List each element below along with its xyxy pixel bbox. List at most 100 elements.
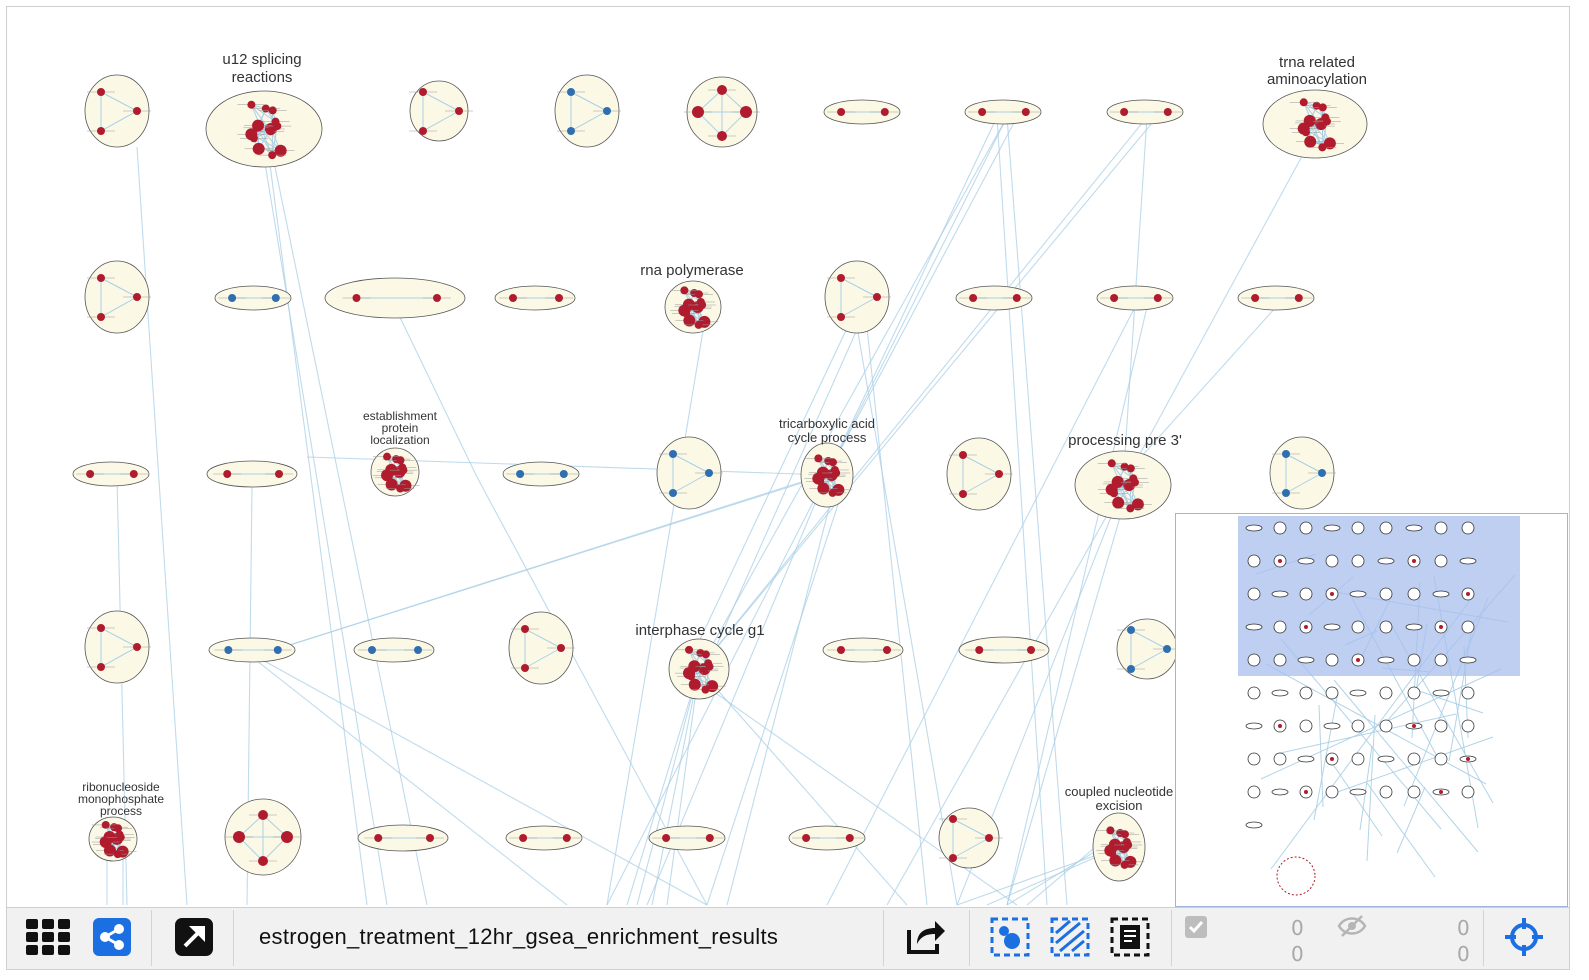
gene-node — [705, 469, 713, 477]
minimap-cluster — [1247, 785, 1261, 799]
gene-node — [133, 107, 141, 115]
gene-node — [223, 470, 232, 478]
gene-node — [682, 298, 695, 311]
minimap-node — [1330, 757, 1334, 761]
minimap-cluster — [1407, 587, 1421, 601]
cluster-label-establishment: localization — [370, 433, 429, 447]
network-edge — [651, 668, 700, 906]
external-link-icon[interactable] — [171, 914, 217, 960]
minimap-node — [1412, 559, 1416, 563]
gene-node — [688, 660, 701, 673]
gene-node — [352, 294, 361, 302]
cluster-group — [822, 637, 904, 663]
gene-node — [705, 662, 714, 671]
gene-node — [669, 489, 677, 497]
gene-node — [832, 468, 841, 477]
cluster-group — [648, 825, 726, 851]
network-edge — [256, 656, 708, 906]
network-edge — [606, 306, 708, 906]
minimap-cluster — [1351, 620, 1365, 634]
cluster-group — [84, 74, 151, 148]
minimap-node — [1330, 592, 1334, 596]
cluster-group — [788, 825, 866, 851]
gene-node — [521, 664, 529, 672]
gene-node — [224, 646, 233, 654]
crosshair-icon[interactable] — [1501, 914, 1547, 960]
gene-node — [268, 106, 277, 115]
gene-node — [949, 815, 957, 823]
gene-node — [717, 85, 727, 95]
cluster-group — [505, 825, 583, 851]
cluster-label-coupled: coupled nucleotide — [1065, 784, 1173, 799]
gene-node — [969, 294, 978, 302]
cluster-label-rnapol: rna polymerase — [640, 262, 743, 279]
cluster-label-trna: aminoacylation — [1267, 71, 1367, 88]
network-view-panel: u12 splicing reactions trna related amin… — [6, 6, 1570, 970]
gene-node — [1107, 459, 1116, 468]
gene-node — [133, 293, 141, 301]
gene-node — [1322, 117, 1331, 126]
minimap-cluster — [1297, 656, 1315, 664]
minimap-cluster — [1432, 689, 1450, 697]
grid-icon[interactable] — [25, 914, 71, 960]
cluster-group — [964, 99, 1042, 125]
gene-node — [97, 624, 105, 632]
select-nodes-icon[interactable] — [987, 914, 1033, 960]
gene-node — [883, 646, 891, 654]
network-edge — [636, 668, 700, 906]
minimap-cluster — [1247, 653, 1261, 667]
gene-node — [816, 466, 829, 479]
gene-node — [880, 108, 889, 116]
gene-node — [1294, 294, 1303, 302]
minimap-cluster — [1297, 557, 1315, 565]
minimap-cluster — [1273, 752, 1287, 766]
gene-node — [1127, 626, 1135, 634]
network-edge — [866, 326, 928, 906]
minimap-cluster — [1407, 752, 1421, 766]
gene-node — [694, 290, 703, 299]
cluster-group — [664, 280, 722, 334]
network-edge — [666, 668, 700, 906]
gene-node — [1111, 475, 1124, 488]
bottom-toolbar: estrogen_treatment_12hr_gsea_enrichment_… — [7, 907, 1569, 969]
gene-node — [694, 320, 703, 329]
minimap-cluster — [1434, 521, 1448, 535]
share-icon[interactable] — [89, 914, 135, 960]
gene-node — [383, 452, 392, 461]
minimap-cluster — [1351, 719, 1365, 733]
minimap-cluster — [1405, 524, 1423, 532]
gene-node — [396, 484, 405, 493]
minimap-node — [1466, 592, 1470, 596]
network-edge — [268, 156, 368, 906]
minimap-cluster — [1434, 554, 1448, 568]
gene-node — [1303, 114, 1316, 127]
cluster-group — [1237, 285, 1315, 311]
select-edges-icon[interactable] — [1047, 914, 1093, 960]
gene-node — [129, 470, 138, 478]
gene-node — [101, 820, 110, 829]
network-overview-minimap[interactable] — [1175, 513, 1568, 907]
gene-node — [1120, 830, 1129, 839]
gene-node — [1120, 860, 1129, 869]
gene-node — [114, 824, 123, 833]
gene-node — [1282, 489, 1290, 497]
gene-node — [1108, 838, 1121, 851]
minimap-cluster — [1434, 653, 1448, 667]
network-edge — [263, 156, 388, 906]
minimap-edge — [1366, 782, 1436, 878]
cluster-label-trna: trna related — [1279, 54, 1355, 71]
gene-node — [995, 470, 1003, 478]
cluster-label-ribonucleoside: process — [100, 804, 142, 818]
export-icon[interactable] — [903, 914, 949, 960]
gene-node — [399, 466, 408, 475]
selected-edges-count: 0 — [1291, 942, 1304, 966]
select-annotations-icon[interactable] — [1107, 914, 1153, 960]
gene-node — [1126, 504, 1135, 513]
cluster-label-u12: u12 splicing — [222, 51, 301, 68]
hidden-edges-count: 0 — [1457, 942, 1470, 966]
cluster-group — [206, 460, 298, 488]
minimap-cluster — [1379, 719, 1393, 733]
cluster-layer — [72, 74, 1368, 882]
cluster-group — [508, 611, 575, 685]
minimap-cluster — [1247, 752, 1261, 766]
